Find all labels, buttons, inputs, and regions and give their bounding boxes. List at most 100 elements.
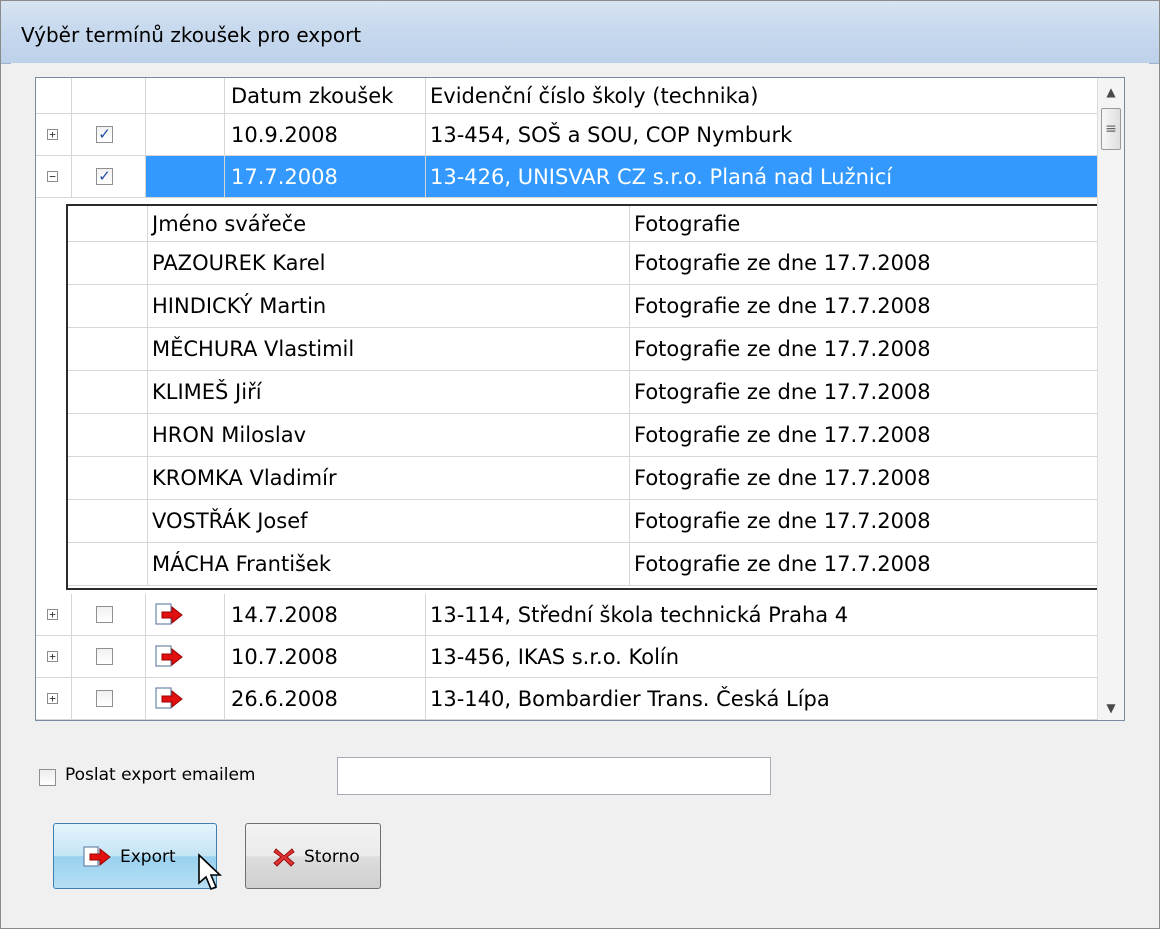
row-icon-cell[interactable] — [146, 156, 225, 198]
export-arrow-icon — [155, 603, 183, 625]
row-check-cell[interactable] — [72, 594, 146, 636]
welder-photo[interactable]: Fotografie ze dne 17.7.2008 — [630, 457, 1110, 500]
detail-row-selector[interactable] — [68, 285, 148, 328]
detail-row[interactable]: PAZOUREK Karel Fotografie ze dne 17.7.200… — [68, 242, 1110, 285]
header-date[interactable]: Datum zkoušek — [225, 78, 426, 114]
detail-row-selector[interactable] — [68, 457, 148, 500]
welder-name[interactable]: HRON Miloslav — [148, 414, 630, 457]
row-date[interactable]: 10.7.2008 — [225, 636, 426, 678]
welder-photo[interactable]: Fotografie ze dne 17.7.2008 — [630, 242, 1110, 285]
row-school[interactable]: 13-456, IKAS s.r.o. Kolín — [426, 636, 1114, 678]
detail-row-selector[interactable] — [68, 371, 148, 414]
expand-plus-icon[interactable]: + — [47, 129, 58, 140]
detail-header-name[interactable]: Jméno svářeče — [148, 206, 630, 242]
row-check-cell[interactable] — [72, 678, 146, 720]
welder-name[interactable]: KLIMEŠ Jiří — [148, 371, 630, 414]
scroll-thumb[interactable]: ≡ — [1101, 108, 1121, 150]
detail-row-selector[interactable] — [68, 242, 148, 285]
welder-photo[interactable]: Fotografie ze dne 17.7.2008 — [630, 328, 1110, 371]
row-check-cell[interactable]: ✓ — [72, 114, 146, 156]
row-icon-cell[interactable] — [146, 594, 225, 636]
detail-header-photo[interactable]: Fotografie — [630, 206, 1110, 242]
row-checkbox[interactable] — [96, 690, 113, 707]
row-expander-cell[interactable]: + — [36, 678, 72, 720]
row-date[interactable]: 17.7.2008 — [225, 156, 426, 198]
detail-row[interactable]: MÁCHA František Fotografie ze dne 17.7.20… — [68, 543, 1110, 586]
row-school[interactable]: 13-454, SOŠ a SOU, COP Nymburk — [426, 114, 1114, 156]
row-checkbox[interactable]: ✓ — [96, 126, 113, 143]
vertical-scrollbar[interactable]: ▲ ≡ ▼ — [1097, 78, 1124, 720]
welder-name[interactable]: PAZOUREK Karel — [148, 242, 630, 285]
row-expander-cell[interactable]: + — [36, 594, 72, 636]
detail-row[interactable]: VOSTŘÁK Josef Fotografie ze dne 17.7.2008 — [68, 500, 1110, 543]
expand-plus-icon[interactable]: + — [47, 651, 58, 662]
table-row[interactable]: + ✓ 10.9.2008 13-454, SOŠ a SOU, COP Nymbur… — [36, 114, 1114, 156]
detail-row-selector[interactable] — [68, 500, 148, 543]
detail-row[interactable]: MĚCHURA Vlastimil Fotografie ze dne 17.7.… — [68, 328, 1110, 371]
detail-row[interactable]: HINDICKÝ Martin Fotografie ze dne 17.7.20… — [68, 285, 1110, 328]
row-school[interactable]: 13-426, UNISVAR CZ s.r.o. Planá nad Lužn… — [426, 156, 1114, 198]
welder-name[interactable]: MĚCHURA Vlastimil — [148, 328, 630, 371]
welder-photo[interactable]: Fotografie ze dne 17.7.2008 — [630, 500, 1110, 543]
row-date[interactable]: 10.9.2008 — [225, 114, 426, 156]
welders-detail-grid: Jméno svářeče Fotografie PAZOUREK Karel Fot… — [66, 204, 1112, 590]
row-icon-cell[interactable] — [146, 636, 225, 678]
row-check-cell[interactable]: ✓ — [72, 156, 146, 198]
row-expander-cell[interactable]: − — [36, 156, 72, 198]
row-expander-cell[interactable]: + — [36, 114, 72, 156]
row-school[interactable]: 13-114, Střední škola technická Praha 4 — [426, 594, 1114, 636]
row-checkbox[interactable] — [96, 648, 113, 665]
email-export-label[interactable]: Poslat export emailem — [65, 765, 256, 785]
header-school[interactable]: Evidenční číslo školy (technika) — [426, 78, 1114, 114]
export-label: Export — [120, 847, 176, 867]
header-check-col[interactable] — [72, 78, 146, 114]
storno-button[interactable]: Storno — [245, 823, 381, 889]
table-row[interactable]: − ✓ 17.7.2008 13-426, UNISVAR CZ s.r.o. Pla… — [36, 156, 1114, 198]
row-school[interactable]: 13-140, Bombardier Trans. Česká Lípa — [426, 678, 1114, 720]
detail-row-selector[interactable] — [68, 328, 148, 371]
welder-name[interactable]: HINDICKÝ Martin — [148, 285, 630, 328]
collapse-minus-icon[interactable]: − — [47, 171, 58, 182]
export-arrow-icon — [83, 846, 111, 867]
welder-name[interactable]: VOSTŘÁK Josef — [148, 500, 630, 543]
table-row[interactable]: +26.6.2008 13-140, Bombardier Trans. Česk… — [36, 678, 1114, 720]
title-bar[interactable]: Výběr termínů zkoušek pro export — [1, 1, 1159, 64]
detail-row-selector[interactable] — [68, 414, 148, 457]
email-input[interactable] — [337, 757, 771, 795]
detail-header-row: Jméno svářeče Fotografie — [68, 206, 1110, 242]
scroll-down-arrow-icon[interactable]: ▼ — [1098, 696, 1124, 720]
red-x-icon — [273, 848, 295, 867]
expand-plus-icon[interactable]: + — [47, 693, 58, 704]
exam-grid: Datum zkoušek Evidenční číslo školy (tec… — [35, 77, 1125, 721]
detail-row[interactable]: KLIMEŠ Jiří Fotografie ze dne 17.7.2008 — [68, 371, 1110, 414]
table-row[interactable]: +14.7.2008 13-114, Střední škola technick… — [36, 594, 1114, 636]
welder-photo[interactable]: Fotografie ze dne 17.7.2008 — [630, 414, 1110, 457]
welder-photo[interactable]: Fotografie ze dne 17.7.2008 — [630, 543, 1110, 586]
welder-photo[interactable]: Fotografie ze dne 17.7.2008 — [630, 371, 1110, 414]
email-export-checkbox[interactable] — [39, 769, 56, 786]
row-date[interactable]: 14.7.2008 — [225, 594, 426, 636]
row-check-cell[interactable] — [72, 636, 146, 678]
row-expander-cell[interactable]: + — [36, 636, 72, 678]
welder-name[interactable]: MÁCHA František — [148, 543, 630, 586]
row-icon-cell[interactable] — [146, 114, 225, 156]
row-date[interactable]: 26.6.2008 — [225, 678, 426, 720]
welder-photo[interactable]: Fotografie ze dne 17.7.2008 — [630, 285, 1110, 328]
table-row[interactable]: +10.7.2008 13-456, IKAS s.r.o. Kolín — [36, 636, 1114, 678]
row-checkbox[interactable]: ✓ — [96, 168, 113, 185]
detail-row[interactable]: KROMKA Vladimír Fotografie ze dne 17.7.20… — [68, 457, 1110, 500]
row-icon-cell[interactable] — [146, 678, 225, 720]
scroll-up-arrow-icon[interactable]: ▲ — [1098, 80, 1124, 104]
window-title: Výběr termínů zkoušek pro export — [21, 23, 362, 47]
header-icon-col[interactable] — [146, 78, 225, 114]
export-button[interactable]: Export — [53, 823, 217, 889]
exam-grid-body: Datum zkoušek Evidenční číslo školy (tec… — [36, 78, 1114, 720]
dialog-client-area: Datum zkoušek Evidenční číslo školy (tec… — [11, 63, 1149, 921]
detail-row-selector[interactable] — [68, 543, 148, 586]
export-arrow-icon — [155, 687, 183, 709]
welder-name[interactable]: KROMKA Vladimír — [148, 457, 630, 500]
row-checkbox[interactable] — [96, 606, 113, 623]
mouse-pointer-icon — [198, 853, 222, 891]
detail-row[interactable]: HRON Miloslav Fotografie ze dne 17.7.2008 — [68, 414, 1110, 457]
expand-plus-icon[interactable]: + — [47, 609, 58, 620]
